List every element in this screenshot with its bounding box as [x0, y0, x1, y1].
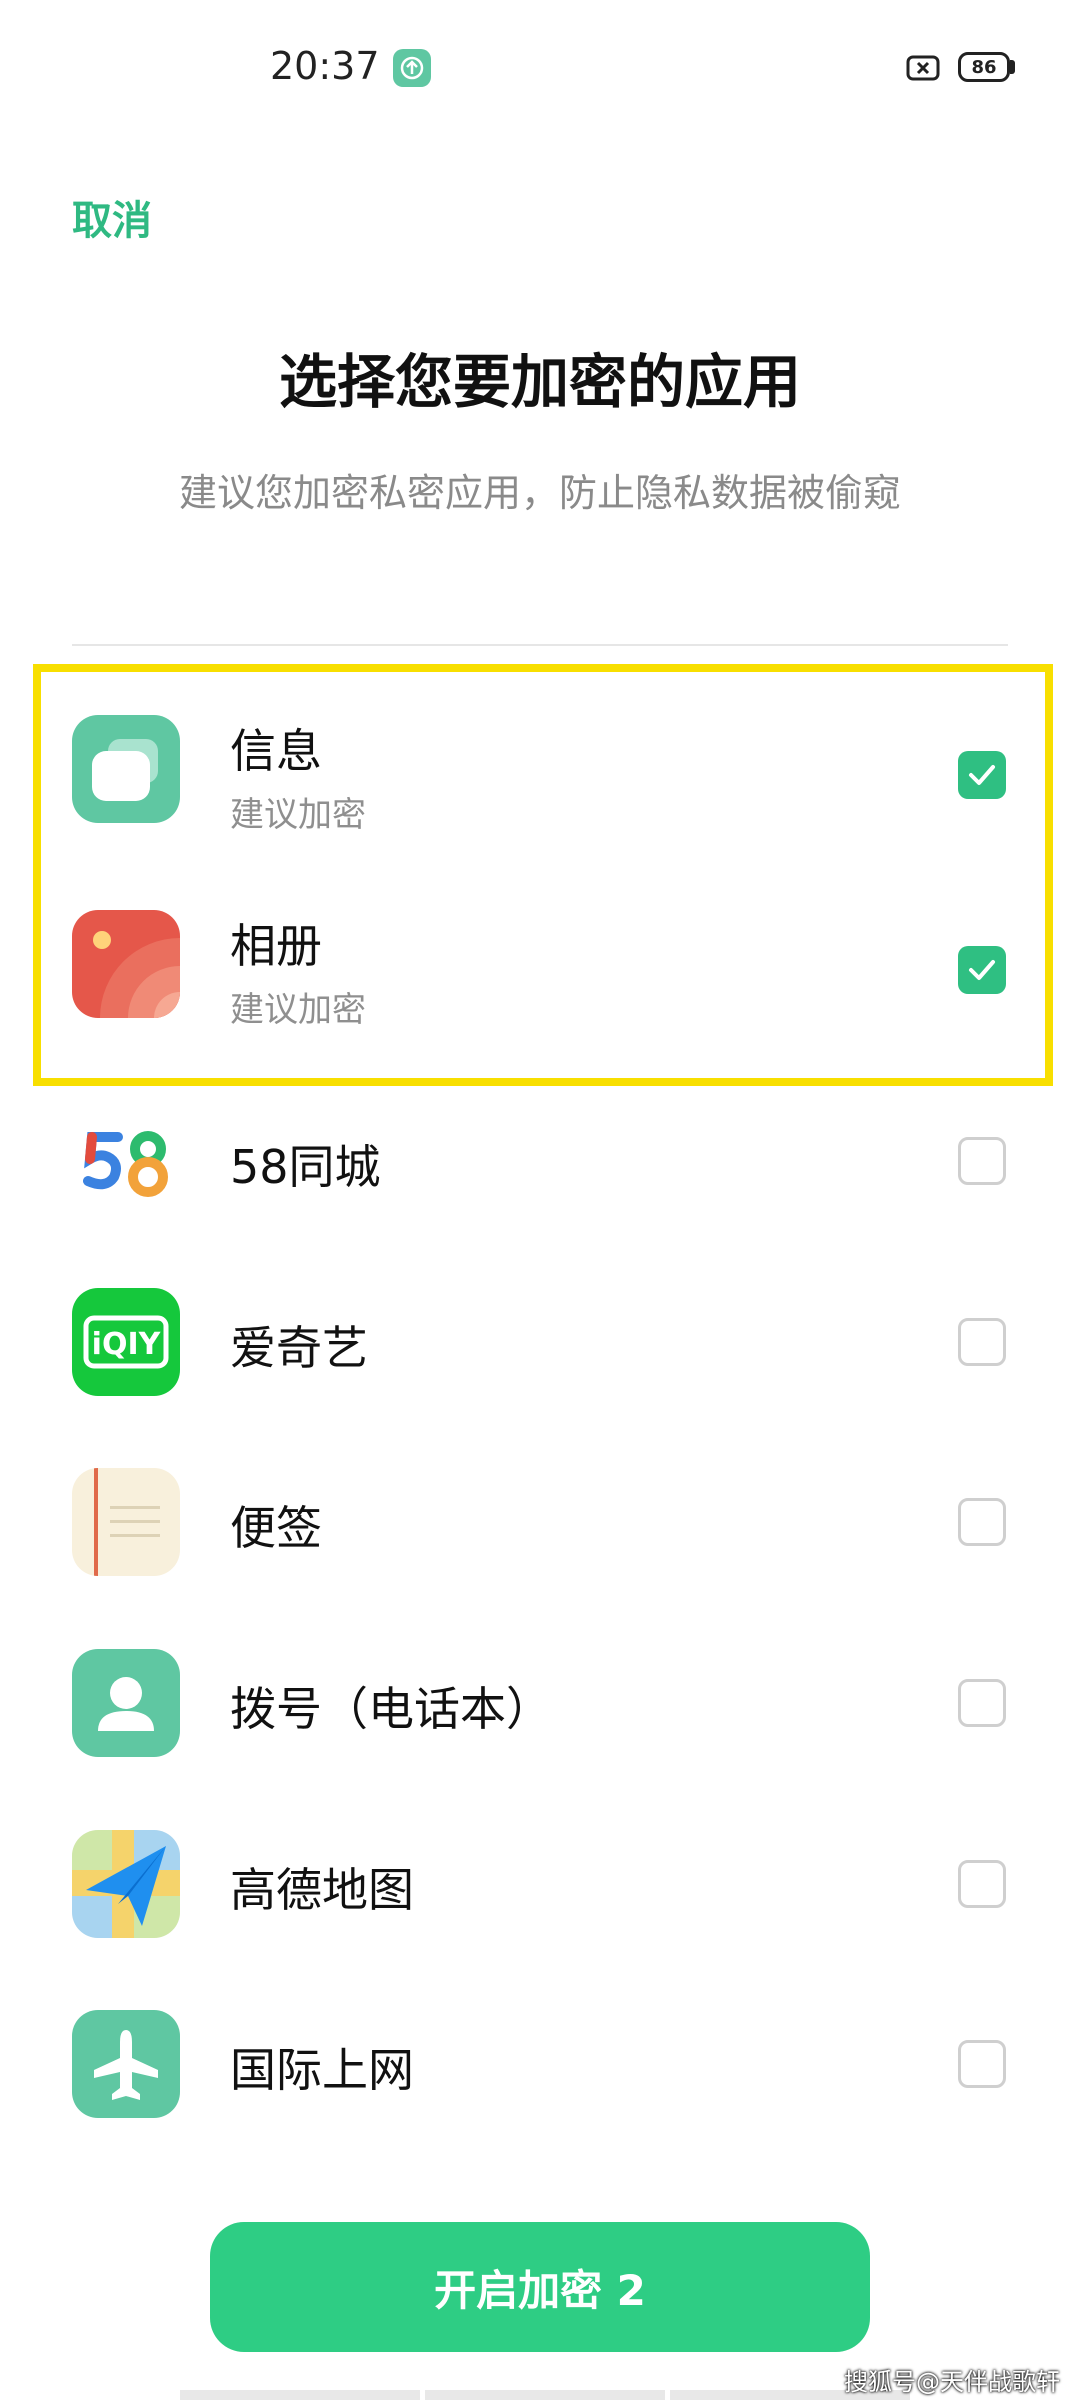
page-subtitle: 建议您加密私密应用，防止隐私数据被偷窥 — [178, 471, 901, 515]
enable-encryption-button[interactable]: 开启加密 2 — [210, 2222, 870, 2352]
app-row-amap[interactable]: 高德地图 — [0, 1810, 1080, 1960]
app-row-iqiyi[interactable]: iQIY 爱奇艺 — [0, 1268, 1080, 1418]
app-row-intl-internet[interactable]: 国际上网 — [0, 1990, 1080, 2140]
checkbox-unchecked[interactable] — [958, 1137, 1006, 1185]
contacts-icon — [72, 1649, 180, 1757]
app-name: 爱奇艺 — [230, 1321, 368, 1375]
app-row-notes[interactable]: 便签 — [0, 1448, 1080, 1598]
app-row-contacts[interactable]: 拨号（电话本） — [0, 1629, 1080, 1779]
app-name: 便签 — [230, 1501, 322, 1555]
app-name: 拨号（电话本） — [230, 1682, 552, 1736]
checkbox-unchecked[interactable] — [958, 1679, 1006, 1727]
upload-icon — [393, 49, 431, 87]
watermark: 搜狐号@天伴战歌轩 — [844, 2368, 1060, 2396]
nav-bar-segment — [180, 2390, 420, 2400]
checkbox-unchecked[interactable] — [958, 1498, 1006, 1546]
app-name: 58同城 — [230, 1140, 381, 1194]
airplane-icon — [72, 2010, 180, 2118]
highlight-box — [33, 664, 1053, 1086]
page-title: 选择您要加密的应用 — [278, 348, 801, 416]
checkbox-unchecked[interactable] — [958, 2040, 1006, 2088]
amap-icon — [72, 1830, 180, 1938]
divider — [72, 644, 1008, 646]
no-sim-icon — [906, 55, 940, 81]
battery-tip — [1010, 60, 1015, 74]
status-time: 20:37 — [270, 44, 380, 88]
status-bar: 20:37 86 — [0, 0, 1080, 130]
battery-icon: 86 — [958, 52, 1010, 82]
checkbox-unchecked[interactable] — [958, 1860, 1006, 1908]
svg-text:iQIY: iQIY — [92, 1327, 162, 1362]
enable-encryption-label: 开启加密 2 — [434, 2265, 646, 2315]
notes-icon — [72, 1468, 180, 1576]
app-name: 高德地图 — [230, 1863, 414, 1917]
58-icon — [72, 1107, 180, 1215]
iqiyi-icon: iQIY — [72, 1288, 180, 1396]
app-name: 国际上网 — [230, 2043, 414, 2097]
cancel-button[interactable]: 取消 — [72, 188, 152, 246]
nav-bar-segment — [425, 2390, 665, 2400]
app-row-58tongcheng[interactable]: 58同城 — [0, 1087, 1080, 1237]
checkbox-unchecked[interactable] — [958, 1318, 1006, 1366]
battery-level: 86 — [971, 56, 997, 78]
